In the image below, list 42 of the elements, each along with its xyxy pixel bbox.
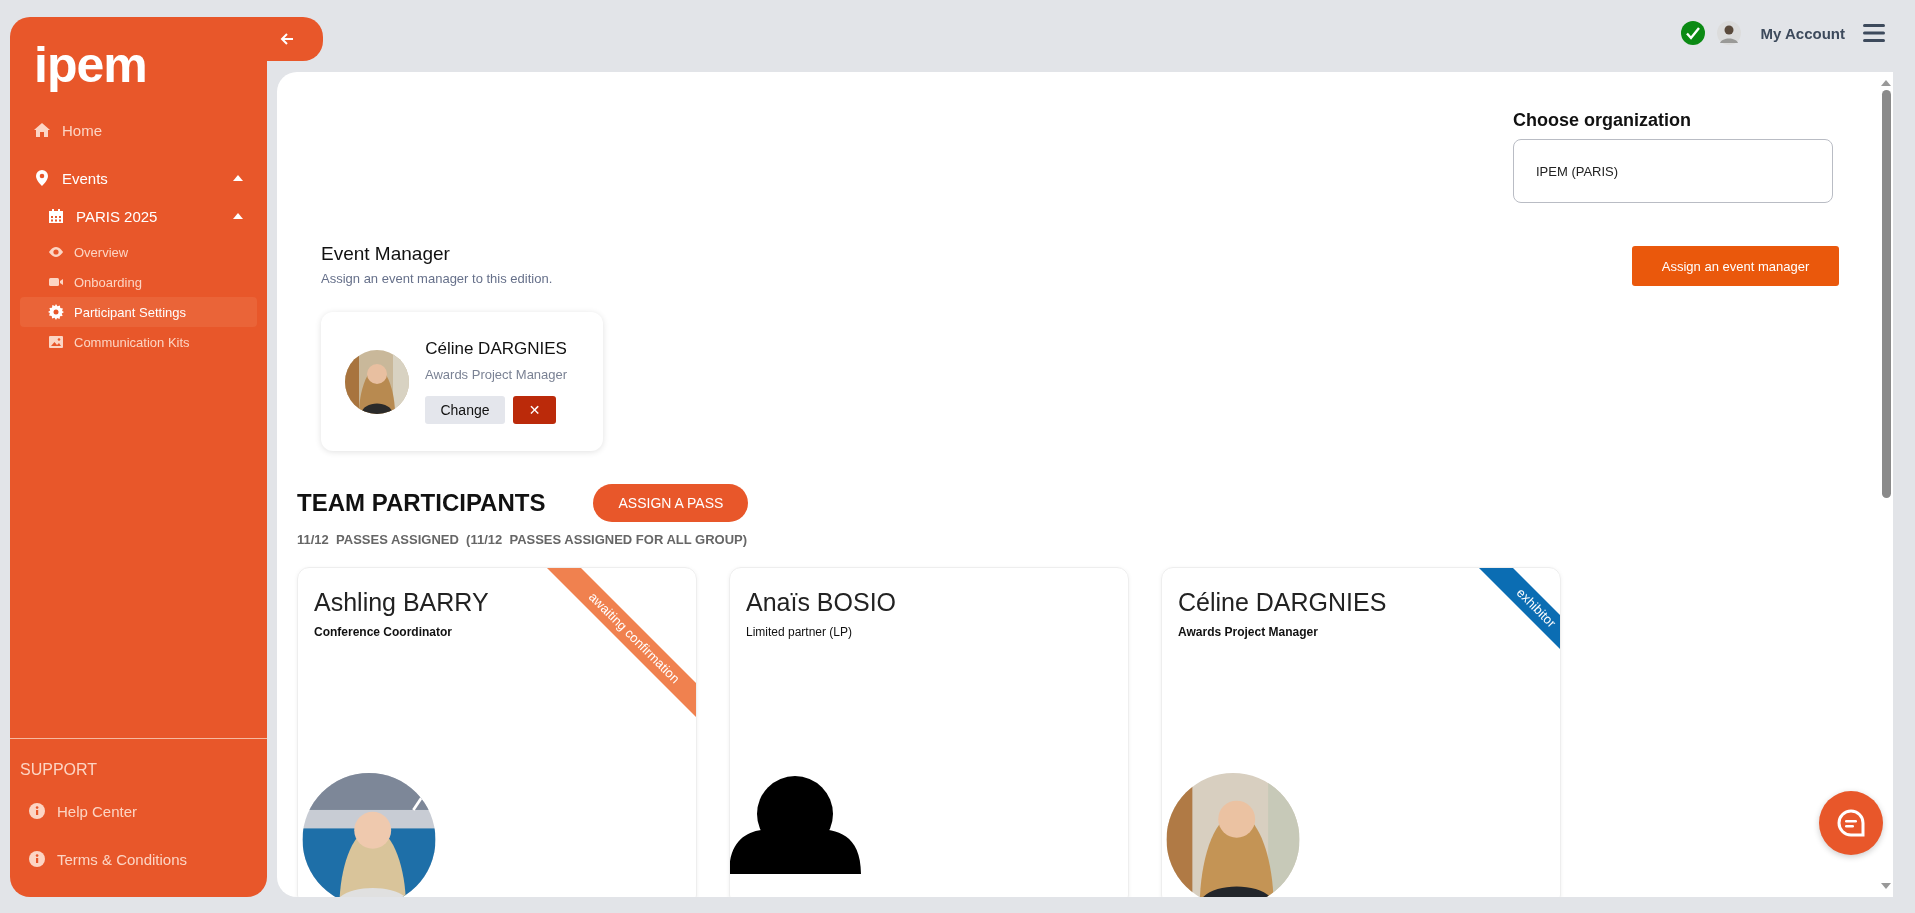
- nav-item[interactable]: Help Center: [10, 787, 267, 835]
- section-title: TEAM PARTICIPANTS: [297, 489, 546, 517]
- assign-pass-button[interactable]: ASSIGN A PASS: [593, 484, 749, 522]
- home-icon: [34, 122, 50, 138]
- menu-icon[interactable]: [1863, 24, 1885, 42]
- arrow-left-icon: [280, 32, 294, 46]
- assign-manager-button[interactable]: Assign an event manager: [1632, 246, 1839, 286]
- logo: ipem: [34, 37, 147, 93]
- chat-icon: [1836, 808, 1866, 838]
- info-icon: [29, 803, 45, 819]
- nav-item[interactable]: Events: [20, 163, 257, 193]
- participant-role: Limited partner (LP): [746, 625, 853, 639]
- section-subtitle: Assign an event manager to this edition.: [321, 271, 553, 286]
- gear-icon: [48, 304, 64, 320]
- change-button[interactable]: Change: [425, 396, 505, 424]
- section-label: SUPPORT: [19, 761, 99, 779]
- participant-name: Céline DARGNIES: [1178, 588, 1387, 617]
- field-label: Choose organization: [1513, 110, 1692, 131]
- nav-item[interactable]: Communication Kits: [20, 327, 257, 357]
- participant-name: Ashling BARRY: [314, 588, 489, 617]
- participant-name: Anaïs BOSIO: [746, 588, 897, 617]
- account-link[interactable]: My Account: [1760, 24, 1845, 42]
- map-pin-icon: [34, 170, 50, 186]
- organization-field[interactable]: IPEM (PARIS): [1513, 139, 1833, 203]
- image-icon: [48, 334, 64, 350]
- section-title: Event Manager: [321, 243, 451, 265]
- calendar-icon: [48, 208, 64, 224]
- passes-count: 11/12 PASSES ASSIGNED (11/12 PASSES ASSIGNED FOR ALL GROUP): [297, 532, 749, 547]
- participant-role: Awards Project Manager: [1178, 625, 1318, 639]
- collapse-button[interactable]: [267, 17, 323, 61]
- nav-item[interactable]: Overview: [20, 237, 257, 267]
- eye-icon: [48, 244, 64, 260]
- participant-role: Conference Coordinator: [314, 625, 452, 639]
- manager-role: Awards Project Manager: [425, 367, 568, 382]
- nav-item[interactable]: Home: [20, 115, 257, 145]
- nav-item[interactable]: Terms & Conditions: [10, 835, 267, 883]
- nav-item[interactable]: PARIS 2025: [20, 201, 257, 231]
- nav-item[interactable]: Participant Settings: [20, 297, 257, 327]
- manager-name: Céline DARGNIES: [425, 339, 567, 359]
- info-icon: [29, 851, 45, 867]
- nav-item[interactable]: Onboarding: [20, 267, 257, 297]
- remove-button[interactable]: ✕: [513, 396, 556, 424]
